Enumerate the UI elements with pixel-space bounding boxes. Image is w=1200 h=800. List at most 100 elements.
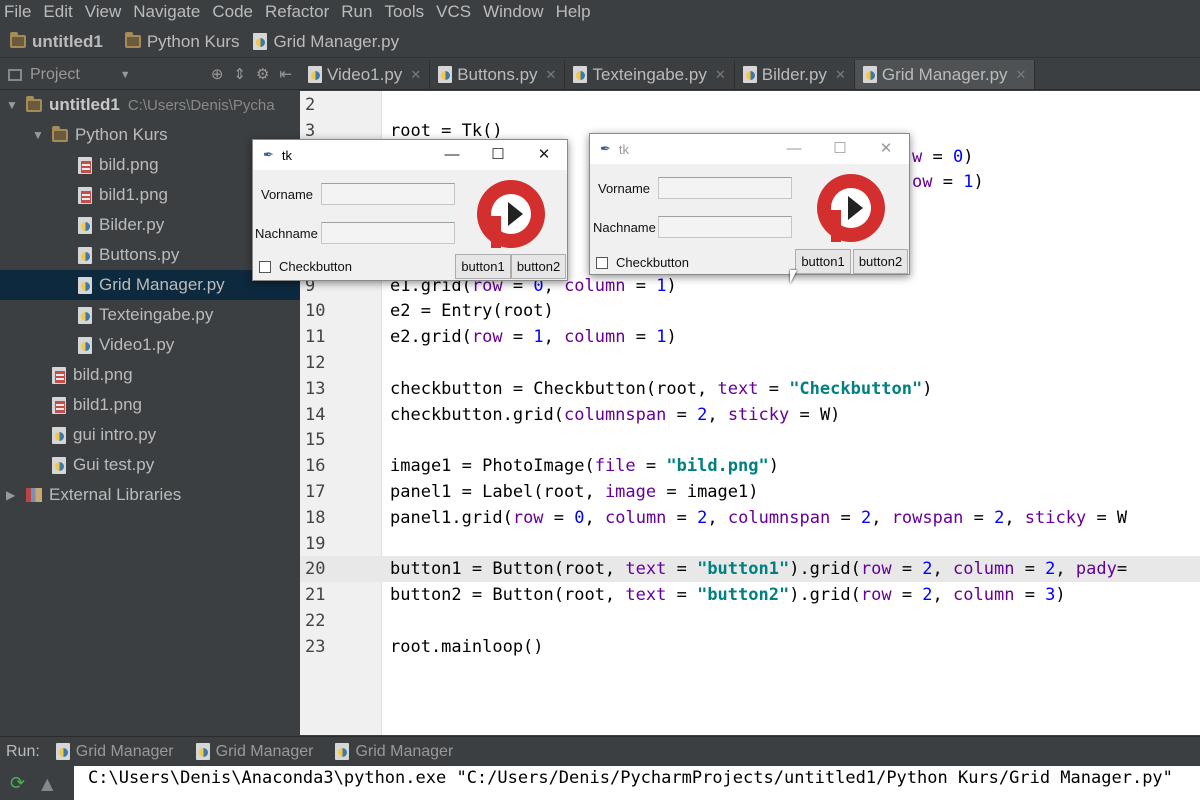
gear-icon[interactable]: ⚙ <box>256 65 269 83</box>
checkbutton-label: Checkbutton <box>616 255 689 270</box>
code-line[interactable]: 11 e2.grid(row = 1, column = 1) <box>300 324 1200 350</box>
python-file-icon <box>52 456 66 474</box>
hide-panel-icon[interactable]: ⇤ <box>279 65 292 83</box>
line-number: 23 <box>305 636 326 657</box>
tree-item-gui-intro-py[interactable]: gui intro.py <box>0 420 300 450</box>
close-icon[interactable]: ✕ <box>521 140 567 170</box>
line-number: 11 <box>305 327 326 348</box>
button1[interactable]: button1 <box>455 254 511 279</box>
tk-window-1[interactable]: ✒ tk — ☐ ✕ Vorname Nachname Checkbutton … <box>252 139 568 281</box>
python-file-icon <box>573 66 588 83</box>
line-number: 14 <box>305 404 326 425</box>
run-tab-2[interactable]: Grid Manager <box>195 743 313 761</box>
code-line[interactable]: 22 <box>300 608 1200 634</box>
checkbutton[interactable]: Checkbutton <box>259 259 352 274</box>
console-output[interactable]: C:\Users\Denis\Anaconda3\python.exe "C:/… <box>74 766 1200 800</box>
run-tab-3[interactable]: Grid Manager <box>335 743 453 761</box>
dropdown-arrow-icon[interactable]: ▼ <box>120 69 131 81</box>
code-line[interactable]: 16 image1 = PhotoImage(file = "bild.png") <box>300 453 1200 479</box>
code-text: checkbutton = Checkbutton(root, text = "… <box>390 378 933 399</box>
maximize-icon[interactable]: ☐ <box>817 134 863 164</box>
checkbutton[interactable]: Checkbutton <box>596 255 689 270</box>
menu-window[interactable]: Window <box>483 2 543 22</box>
tree-item-untitled1[interactable]: ▼ untitled1 C:\Users\Denis\Pycha <box>0 90 300 120</box>
menu-view[interactable]: View <box>85 2 122 22</box>
tab-bilder-py[interactable]: Bilder.py ✕ <box>735 60 855 89</box>
tab-buttons-py[interactable]: Buttons.py ✕ <box>430 60 566 89</box>
line-number: 22 <box>305 611 326 631</box>
up-arrow-icon[interactable]: ▲ <box>41 774 53 793</box>
code-line[interactable]: 18 panel1.grid(row = 0, column = 2, colum… <box>300 505 1200 531</box>
collapse-arrow-icon[interactable]: ▶ <box>6 488 20 502</box>
python-file-icon <box>195 743 210 760</box>
breadcrumb-folder[interactable]: Python Kurs <box>124 32 239 52</box>
tk-window-2[interactable]: ✒ tk — ☐ ✕ Vorname Nachname Checkbutton … <box>589 133 910 275</box>
menu-help[interactable]: Help <box>556 2 591 22</box>
python-file-icon <box>55 743 70 760</box>
tree-item-bild1-png[interactable]: bild1.png <box>0 390 300 420</box>
checkbutton-label: Checkbutton <box>279 259 352 274</box>
tk-window-title-bar[interactable]: ✒ tk — ☐ ✕ <box>590 134 909 164</box>
button1[interactable]: button1 <box>795 249 851 274</box>
tab-video1-py[interactable]: Video1.py ✕ <box>300 60 431 89</box>
logo-image <box>477 180 545 248</box>
menu-navigate[interactable]: Navigate <box>133 2 200 22</box>
breadcrumb-file[interactable]: Grid Manager.py <box>253 32 399 52</box>
expand-arrow-icon[interactable]: ▼ <box>32 128 46 142</box>
nachname-entry[interactable] <box>321 222 455 244</box>
tab-grid-manager-py[interactable]: Grid Manager.py ✕ <box>854 60 1036 89</box>
code-line[interactable]: 19 <box>300 531 1200 557</box>
menu-code[interactable]: Code <box>212 2 253 22</box>
close-tab-icon[interactable]: ✕ <box>1016 67 1027 83</box>
close-tab-icon[interactable]: ✕ <box>410 67 421 83</box>
tk-window-title: tk <box>618 141 630 157</box>
code-line[interactable]: 23 root.mainloop() <box>300 634 1200 660</box>
menu-run[interactable]: Run <box>341 2 372 22</box>
code-text: e2 = Entry(root) <box>390 301 554 322</box>
code-line[interactable]: 12 <box>300 350 1200 376</box>
tree-item-texteingabe-py[interactable]: Texteingabe.py <box>0 300 300 330</box>
locate-icon[interactable]: ⊕ <box>211 65 224 83</box>
tree-item-external-libraries[interactable]: ▶ External Libraries <box>0 480 300 510</box>
code-line[interactable]: 13 checkbutton = Checkbutton(root, text =… <box>300 376 1200 402</box>
button2[interactable]: button2 <box>853 249 908 274</box>
nachname-entry[interactable] <box>658 216 792 238</box>
expand-arrow-icon[interactable]: ▼ <box>6 98 20 112</box>
checkbox-icon[interactable] <box>596 256 608 269</box>
button2[interactable]: button2 <box>511 254 566 279</box>
breadcrumb-project[interactable]: untitled1 <box>10 32 103 52</box>
tree-item-gui-test-py[interactable]: Gui test.py <box>0 450 300 480</box>
close-icon[interactable]: ✕ <box>863 134 909 164</box>
code-line[interactable]: 20 button1 = Button(root, text = "button1… <box>300 556 1200 583</box>
folder-icon <box>26 95 42 112</box>
minimize-icon[interactable]: — <box>771 134 817 164</box>
tree-item-bild-png[interactable]: bild.png <box>0 360 300 390</box>
vorname-entry[interactable] <box>658 177 792 199</box>
menu-refactor[interactable]: Refactor <box>265 2 329 22</box>
code-line[interactable]: 2 <box>300 92 1200 118</box>
run-tab-1[interactable]: Grid Manager <box>55 743 174 761</box>
close-tab-icon[interactable]: ✕ <box>546 67 557 83</box>
code-line[interactable]: 14 checkbutton.grid(columnspan = 2, stick… <box>300 402 1200 428</box>
code-line[interactable]: 10 e2 = Entry(root) <box>300 298 1200 324</box>
tree-item-video1-py[interactable]: Video1.py <box>0 330 300 360</box>
menu-tools[interactable]: Tools <box>384 2 424 22</box>
tk-window-title-bar[interactable]: ✒ tk — ☐ ✕ <box>253 140 567 170</box>
code-line[interactable]: 15 <box>300 427 1200 453</box>
code-line[interactable]: 17 panel1 = Label(root, image = image1) <box>300 479 1200 505</box>
tab-texteingabe-py[interactable]: Texteingabe.py ✕ <box>565 60 735 89</box>
close-tab-icon[interactable]: ✕ <box>835 67 846 83</box>
vorname-entry[interactable] <box>321 183 455 205</box>
vorname-label: Vorname <box>261 187 314 202</box>
minimize-icon[interactable]: — <box>429 140 475 170</box>
menu-edit[interactable]: Edit <box>43 2 72 22</box>
maximize-icon[interactable]: ☐ <box>475 140 521 170</box>
code-line[interactable]: 21 button2 = Button(root, text = "button2… <box>300 582 1200 608</box>
menu-vcs[interactable]: VCS <box>436 2 471 22</box>
project-view-selector[interactable]: Project <box>30 66 80 84</box>
close-tab-icon[interactable]: ✕ <box>715 67 726 83</box>
checkbox-icon[interactable] <box>259 260 271 273</box>
collapse-icon[interactable]: ⇕ <box>233 65 246 83</box>
menu-file[interactable]: File <box>4 2 31 22</box>
rerun-icon[interactable]: ⟳ <box>10 773 25 794</box>
